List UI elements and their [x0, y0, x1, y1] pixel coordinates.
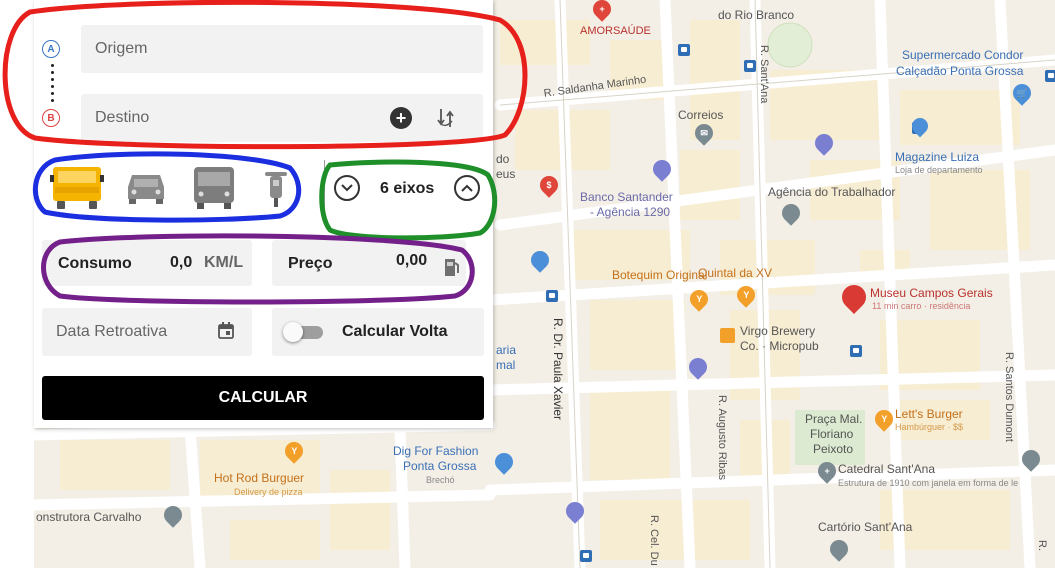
annotation-red-circle [2, 0, 528, 150]
annotation-green-circle [319, 159, 498, 241]
annotation-blue-circle [32, 151, 302, 223]
annotation-layer [2, 0, 528, 305]
annotation-purple-circle [41, 233, 475, 305]
